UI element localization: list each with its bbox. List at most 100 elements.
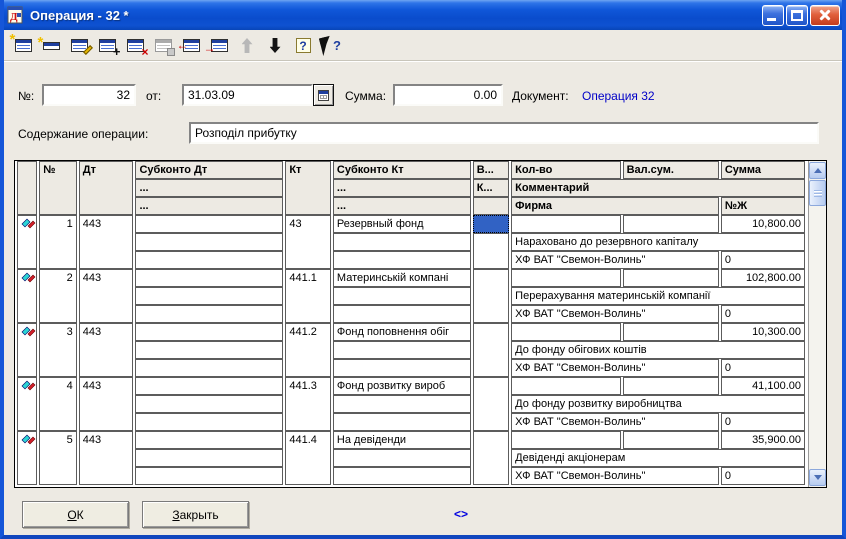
sum-input[interactable]: 0.00 bbox=[393, 84, 503, 106]
calendar-button[interactable] bbox=[313, 84, 334, 106]
date-input[interactable]: 31.03.09 bbox=[182, 84, 313, 106]
cell-subdt3[interactable] bbox=[135, 305, 283, 323]
goto-row-icon[interactable]: → bbox=[208, 35, 230, 56]
cell-kt[interactable]: 441.4 bbox=[285, 431, 331, 485]
scroll-down-button[interactable] bbox=[809, 469, 826, 486]
cell-qty[interactable] bbox=[511, 323, 620, 341]
cell-subdt3[interactable] bbox=[135, 413, 283, 431]
cell-subdt3[interactable] bbox=[135, 467, 283, 485]
cell-subdt3[interactable] bbox=[135, 251, 283, 269]
cell-subdt[interactable] bbox=[135, 431, 283, 449]
cell-num[interactable]: 5 bbox=[39, 431, 76, 485]
close-form-button[interactable]: Закрыть bbox=[142, 501, 249, 528]
cell-subkt2[interactable] bbox=[333, 287, 471, 305]
cell-journal[interactable]: 0 bbox=[721, 467, 805, 485]
cell-qty[interactable] bbox=[511, 377, 620, 395]
copy-row-icon[interactable]: + bbox=[96, 35, 118, 56]
cell-num[interactable]: 1 bbox=[39, 215, 76, 269]
cell-vrest[interactable] bbox=[473, 233, 509, 269]
cell-subkt[interactable]: Фонд розвитку вироб bbox=[333, 377, 471, 395]
cell-subkt2[interactable] bbox=[333, 449, 471, 467]
scroll-thumb[interactable] bbox=[809, 180, 826, 206]
add-line-icon[interactable]: * bbox=[40, 35, 62, 56]
cell-subkt3[interactable] bbox=[333, 413, 471, 431]
context-help-icon[interactable]: ? bbox=[320, 35, 342, 56]
edit-row-icon[interactable] bbox=[68, 35, 90, 56]
cell-qty[interactable] bbox=[511, 269, 620, 287]
cell-subkt3[interactable] bbox=[333, 251, 471, 269]
cell-dt[interactable]: 443 bbox=[79, 269, 134, 323]
maximize-button[interactable] bbox=[786, 5, 808, 26]
cell-comment[interactable]: Нараховано до резервного капіталу bbox=[511, 233, 805, 251]
cell-firm[interactable]: ХФ ВАТ "Свемон-Волинь" bbox=[511, 413, 719, 431]
cell-subdt[interactable] bbox=[135, 215, 283, 233]
content-input[interactable]: Розподіл прибутку bbox=[189, 122, 819, 144]
cell-subkt[interactable]: Фонд поповнення обіг bbox=[333, 323, 471, 341]
close-button[interactable] bbox=[810, 5, 840, 26]
move-down-icon[interactable] bbox=[264, 35, 286, 56]
cell-subkt[interactable]: Резервный фонд bbox=[333, 215, 471, 233]
cell-journal[interactable]: 0 bbox=[721, 413, 805, 431]
cell-kt[interactable]: 441.1 bbox=[285, 269, 331, 323]
cell-subkt2[interactable] bbox=[333, 395, 471, 413]
minimize-button[interactable] bbox=[762, 5, 784, 26]
cell-subkt[interactable]: На девіденди bbox=[333, 431, 471, 449]
help-icon[interactable]: ? bbox=[292, 35, 314, 56]
insert-left-icon[interactable]: ← bbox=[180, 35, 202, 56]
vertical-scrollbar[interactable] bbox=[808, 161, 826, 487]
cell-dt[interactable]: 443 bbox=[79, 215, 134, 269]
cell-sum[interactable]: 41,100.00 bbox=[721, 377, 805, 395]
cell-currency[interactable] bbox=[473, 269, 509, 323]
cell-subdt2[interactable] bbox=[135, 341, 283, 359]
cell-kt[interactable]: 441.2 bbox=[285, 323, 331, 377]
cell-comment[interactable]: До фонду розвитку виробництва bbox=[511, 395, 805, 413]
cell-dt[interactable]: 443 bbox=[79, 323, 134, 377]
cell-subkt3[interactable] bbox=[333, 359, 471, 377]
cell-dt[interactable]: 443 bbox=[79, 431, 134, 485]
cell-firm[interactable]: ХФ ВАТ "Свемон-Волинь" bbox=[511, 359, 719, 377]
cell-num[interactable]: 4 bbox=[39, 377, 76, 431]
cell-sum[interactable]: 35,900.00 bbox=[721, 431, 805, 449]
cell-dt[interactable]: 443 bbox=[79, 377, 134, 431]
cell-kt[interactable]: 43 bbox=[285, 215, 331, 269]
cell-qty[interactable] bbox=[511, 431, 620, 449]
cell-cursum[interactable] bbox=[623, 215, 719, 233]
cell-comment[interactable]: До фонду обігових коштів bbox=[511, 341, 805, 359]
cell-sum[interactable]: 10,300.00 bbox=[721, 323, 805, 341]
cell-subdt2[interactable] bbox=[135, 287, 283, 305]
add-row-icon[interactable]: * bbox=[12, 35, 34, 56]
cell-currency[interactable] bbox=[473, 431, 509, 485]
cell-cursum[interactable] bbox=[623, 431, 719, 449]
cell-subkt[interactable]: Материнській компані bbox=[333, 269, 471, 287]
cell-firm[interactable]: ХФ ВАТ "Свемон-Волинь" bbox=[511, 251, 719, 269]
cell-firm[interactable]: ХФ ВАТ "Свемон-Волинь" bbox=[511, 467, 719, 485]
cell-subdt[interactable] bbox=[135, 377, 283, 395]
cell-num[interactable]: 3 bbox=[39, 323, 76, 377]
document-link[interactable]: Операция 32 bbox=[582, 89, 655, 103]
cell-subkt2[interactable] bbox=[333, 233, 471, 251]
cell-currency-selected[interactable] bbox=[473, 215, 509, 233]
cell-journal[interactable]: 0 bbox=[721, 251, 805, 269]
cell-subkt3[interactable] bbox=[333, 467, 471, 485]
delete-row-icon[interactable]: × bbox=[124, 35, 146, 56]
cell-cursum[interactable] bbox=[623, 377, 719, 395]
cell-subdt[interactable] bbox=[135, 323, 283, 341]
cell-subdt2[interactable] bbox=[135, 233, 283, 251]
cell-comment[interactable]: Перерахування материнській компанії bbox=[511, 287, 805, 305]
cell-sum[interactable]: 102,800.00 bbox=[721, 269, 805, 287]
cell-firm[interactable]: ХФ ВАТ "Свемон-Волинь" bbox=[511, 305, 719, 323]
cell-subdt[interactable] bbox=[135, 269, 283, 287]
cell-qty[interactable] bbox=[511, 215, 620, 233]
cell-currency[interactable] bbox=[473, 377, 509, 431]
cell-cursum[interactable] bbox=[623, 269, 719, 287]
cell-sum[interactable]: 10,800.00 bbox=[721, 215, 805, 233]
cell-subdt2[interactable] bbox=[135, 395, 283, 413]
cell-journal[interactable]: 0 bbox=[721, 305, 805, 323]
cell-num[interactable]: 2 bbox=[39, 269, 76, 323]
cell-comment[interactable]: Девіденді акціонерам bbox=[511, 449, 805, 467]
num-input[interactable]: 32 bbox=[42, 84, 136, 106]
cell-subkt3[interactable] bbox=[333, 305, 471, 323]
ok-button[interactable]: ОК bbox=[22, 501, 129, 528]
scroll-up-button[interactable] bbox=[809, 162, 826, 179]
cell-subdt2[interactable] bbox=[135, 449, 283, 467]
